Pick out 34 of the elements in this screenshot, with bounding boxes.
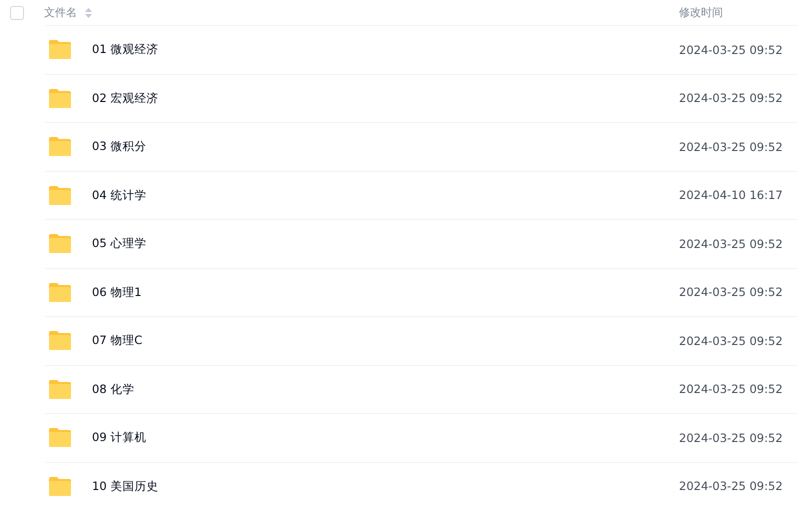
folder-name[interactable]: 08 化学	[92, 382, 134, 397]
modified-time: 2024-03-25 09:52	[679, 430, 784, 445]
folder-name[interactable]: 06 物理1	[92, 284, 142, 300]
folder-icon	[48, 476, 72, 497]
modified-time: 2024-03-25 09:52	[679, 42, 784, 57]
modified-time: 2024-03-25 09:52	[679, 140, 784, 154]
folder-icon	[48, 330, 72, 352]
modified-time: 2024-03-25 09:52	[679, 91, 784, 106]
modified-time: 2024-04-10 16:17	[679, 188, 784, 202]
folder-icon	[48, 233, 72, 254]
modified-time: 2024-03-25 09:52	[679, 382, 784, 396]
folder-icon	[48, 184, 72, 206]
select-all-checkbox[interactable]	[10, 6, 24, 20]
folder-name[interactable]: 04 统计学	[92, 188, 146, 203]
sort-icon[interactable]	[85, 8, 92, 18]
folder-name[interactable]: 02 宏观经济	[92, 90, 158, 106]
folder-name[interactable]: 10 美国历史	[92, 478, 158, 494]
folder-icon	[48, 39, 72, 60]
folder-name[interactable]: 07 物理C	[92, 333, 142, 348]
folder-icon	[48, 378, 72, 400]
column-header[interactable]: 文件名	[44, 5, 77, 20]
folder-name[interactable]: 09 计算机	[92, 430, 146, 446]
modified-time: 2024-03-25 09:52	[679, 236, 784, 251]
modified-time: 2024-03-25 09:52	[679, 334, 784, 348]
folder-icon	[48, 282, 72, 303]
folder-icon	[48, 136, 72, 158]
folder-icon	[48, 427, 72, 448]
modified-time: 2024-03-25 09:52	[679, 479, 784, 494]
folder-icon	[48, 88, 72, 109]
folder-name[interactable]: 03 微积分	[92, 139, 146, 154]
modified-time: 2024-03-25 09:52	[679, 285, 784, 300]
folder-name[interactable]: 05 心理学	[92, 236, 146, 252]
column-header[interactable]: 修改时间	[679, 5, 797, 20]
folder-name[interactable]: 01 微观经济	[92, 42, 158, 58]
